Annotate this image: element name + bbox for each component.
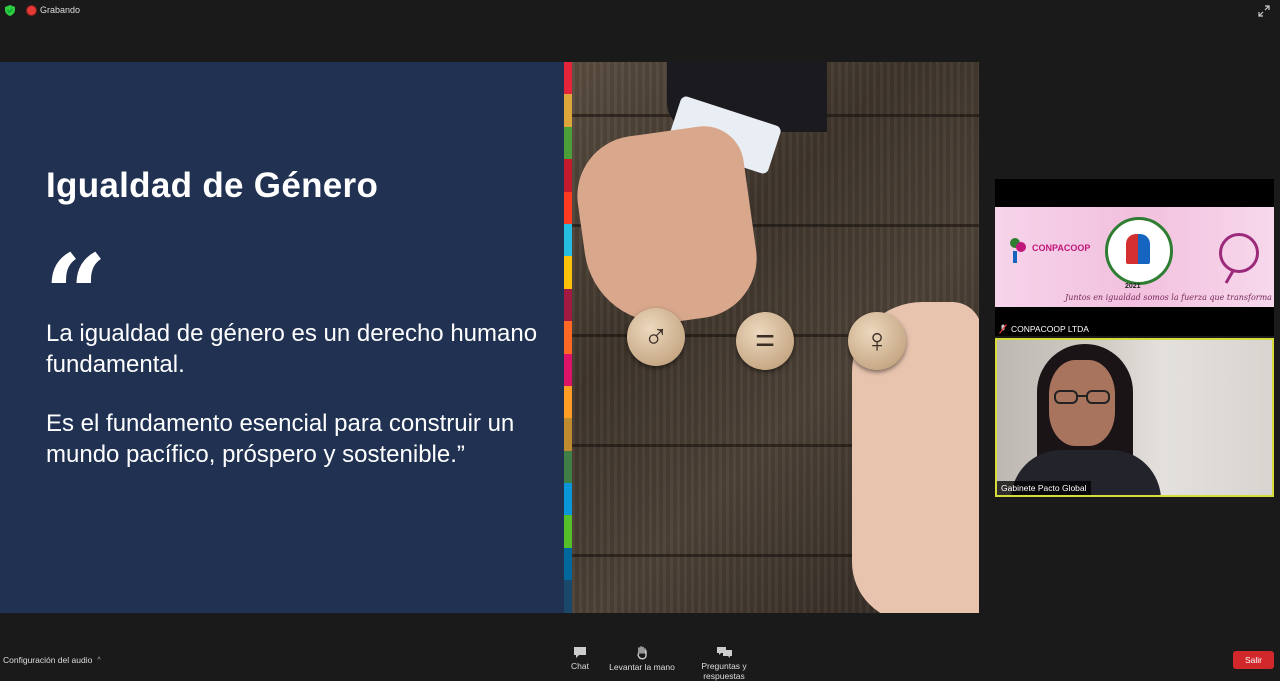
qa-icon [716, 647, 732, 658]
banner-brand: CONPACOOP [1032, 243, 1091, 253]
sdg-color-segment [564, 547, 572, 581]
chat-icon [574, 647, 586, 658]
conpacoop-logo-icon [1010, 238, 1026, 263]
slide-text-panel: Igualdad de Género “ La igualdad de géne… [0, 62, 564, 613]
audio-config-button[interactable]: Configuración del audio ^ [3, 655, 101, 665]
female-symbol-icon [1219, 233, 1259, 273]
sdg-color-segment [564, 483, 572, 516]
sdg-color-segment [564, 515, 572, 548]
sdg-color-strip [564, 62, 572, 613]
sdg-color-segment [564, 580, 572, 613]
sdg-color-segment [564, 126, 572, 160]
raise-hand-button[interactable]: Levantar la mano [608, 646, 676, 672]
sdg-color-segment [564, 288, 572, 322]
sdg-color-segment [564, 62, 572, 95]
equals-token: = [736, 312, 794, 370]
mic-muted-icon [999, 324, 1007, 334]
sdg-color-segment [564, 321, 572, 354]
chevron-up-icon: ^ [97, 656, 101, 664]
sdg-color-segment [564, 385, 572, 419]
hand-icon [637, 646, 647, 660]
participant-video-conpacoop[interactable]: CONPACOOP 2021 Juntos en igualdad somos … [995, 179, 1274, 336]
raise-hand-label: Levantar la mano [609, 662, 675, 672]
sdg-color-segment [564, 256, 572, 289]
participant-video-gabinete[interactable]: Gabinete Pacto Global [995, 338, 1274, 497]
chat-label: Chat [571, 661, 589, 671]
speaker-glasses [1054, 390, 1110, 404]
shared-screen: Igualdad de Género “ La igualdad de géne… [0, 62, 979, 613]
slide-photo: ♂ = ♀ [569, 62, 979, 613]
qa-label: Preguntas y respuestas [701, 661, 747, 681]
shield-icon [5, 5, 15, 16]
banner-motto: Juntos en igualdad somos la fuerza que t… [1065, 293, 1272, 302]
event-emblem-icon [1105, 217, 1173, 285]
sdg-color-segment [564, 94, 572, 127]
male-hand [569, 121, 765, 333]
sdg-color-segment [564, 418, 572, 451]
participant-name-tag: Gabinete Pacto Global [997, 481, 1091, 495]
male-symbol-token: ♂ [627, 308, 685, 366]
audio-config-label: Configuración del audio [3, 655, 93, 665]
sdg-color-segment [564, 223, 572, 257]
slide-title: Igualdad de Género [46, 166, 379, 205]
recording-icon [27, 6, 36, 15]
female-symbol-token: ♀ [848, 312, 906, 370]
qa-button[interactable]: Preguntas y respuestas [680, 646, 768, 681]
fullscreen-icon[interactable] [1258, 5, 1270, 17]
sdg-color-segment [564, 450, 572, 484]
recording-label: Grabando [40, 5, 81, 15]
top-bar: Grabando [0, 0, 1280, 22]
event-banner: CONPACOOP 2021 Juntos en igualdad somos … [995, 207, 1274, 307]
participant-name-tag: CONPACOOP LTDA [995, 322, 1093, 336]
slide-paragraph-2: Es el fundamento esencial para construir… [46, 410, 515, 468]
slide-paragraph-1: La igualdad de género es un derecho huma… [46, 320, 538, 378]
sdg-color-segment [564, 353, 572, 386]
participant-name: Gabinete Pacto Global [1001, 483, 1087, 493]
sdg-color-segment [564, 191, 572, 224]
banner-year: 2021 [1125, 283, 1141, 290]
participant-name: CONPACOOP LTDA [1011, 324, 1089, 334]
leave-button[interactable]: Salir [1233, 651, 1274, 669]
chat-button[interactable]: Chat [566, 646, 594, 671]
sdg-color-segment [564, 159, 572, 192]
